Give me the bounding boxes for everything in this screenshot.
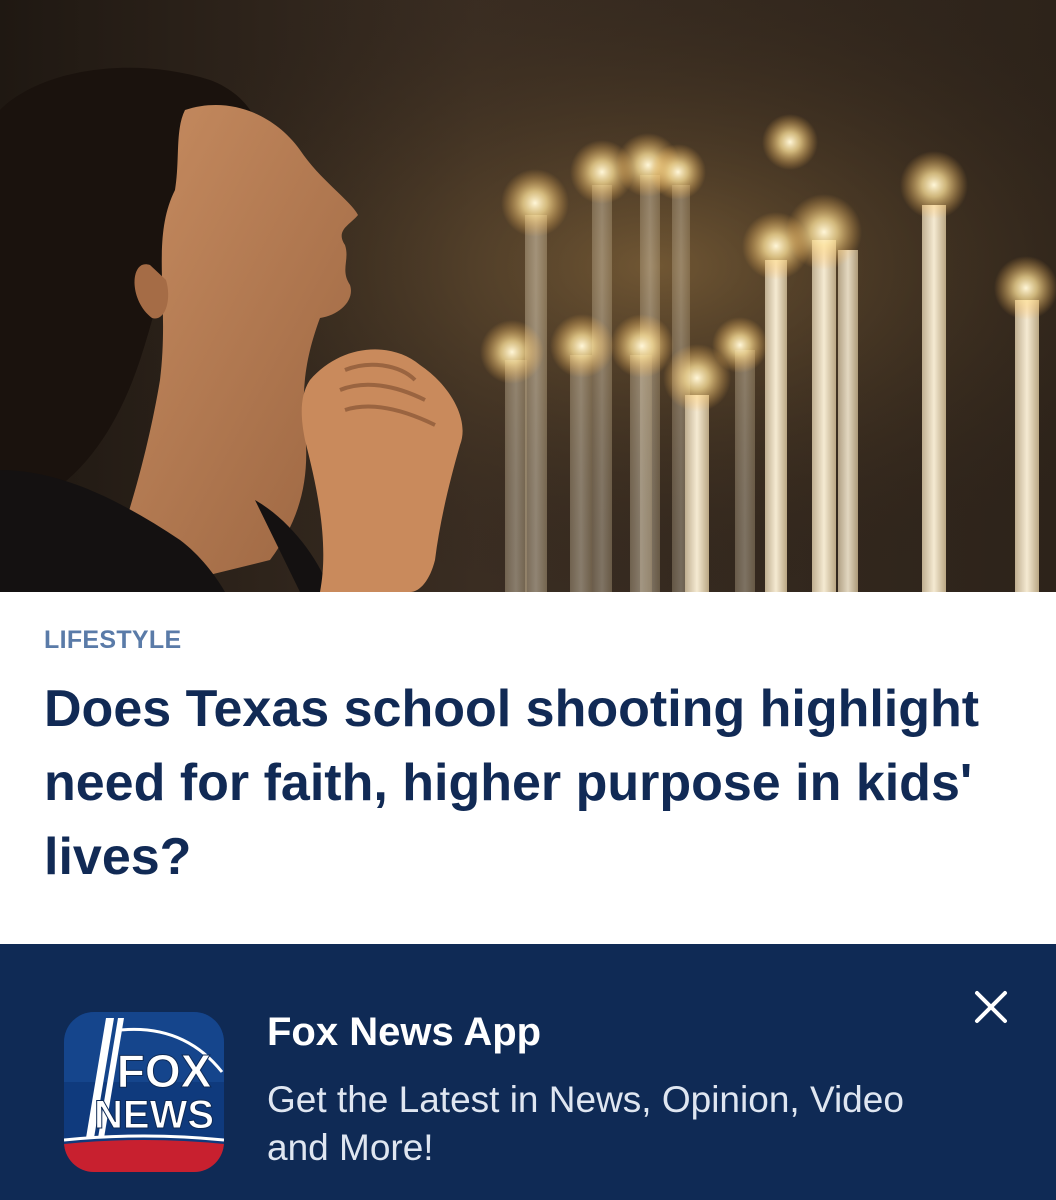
- logo-text-news: NEWS: [94, 1093, 214, 1137]
- hero-photo-illustration: [0, 0, 1056, 592]
- close-icon: [975, 991, 1007, 1023]
- article-header: LIFESTYLE Does Texas school shooting hig…: [0, 592, 1056, 944]
- app-promo-banner: FOX NEWS Fox News App Get the Latest in …: [0, 944, 1056, 1200]
- close-banner-button[interactable]: [962, 978, 1020, 1036]
- logo-text-fox: FOX: [117, 1045, 212, 1097]
- fox-news-app-icon[interactable]: FOX NEWS: [64, 1012, 224, 1172]
- article-hero-image[interactable]: [0, 0, 1056, 592]
- banner-subtitle: Get the Latest in News, Opinion, Video a…: [267, 1079, 904, 1168]
- category-link[interactable]: LIFESTYLE: [44, 626, 181, 655]
- banner-title: Fox News App: [267, 1010, 542, 1054]
- article-headline[interactable]: Does Texas school shooting highlight nee…: [44, 672, 1004, 894]
- article-page: LIFESTYLE Does Texas school shooting hig…: [0, 0, 1056, 1200]
- fox-news-logo: FOX NEWS: [64, 1012, 224, 1172]
